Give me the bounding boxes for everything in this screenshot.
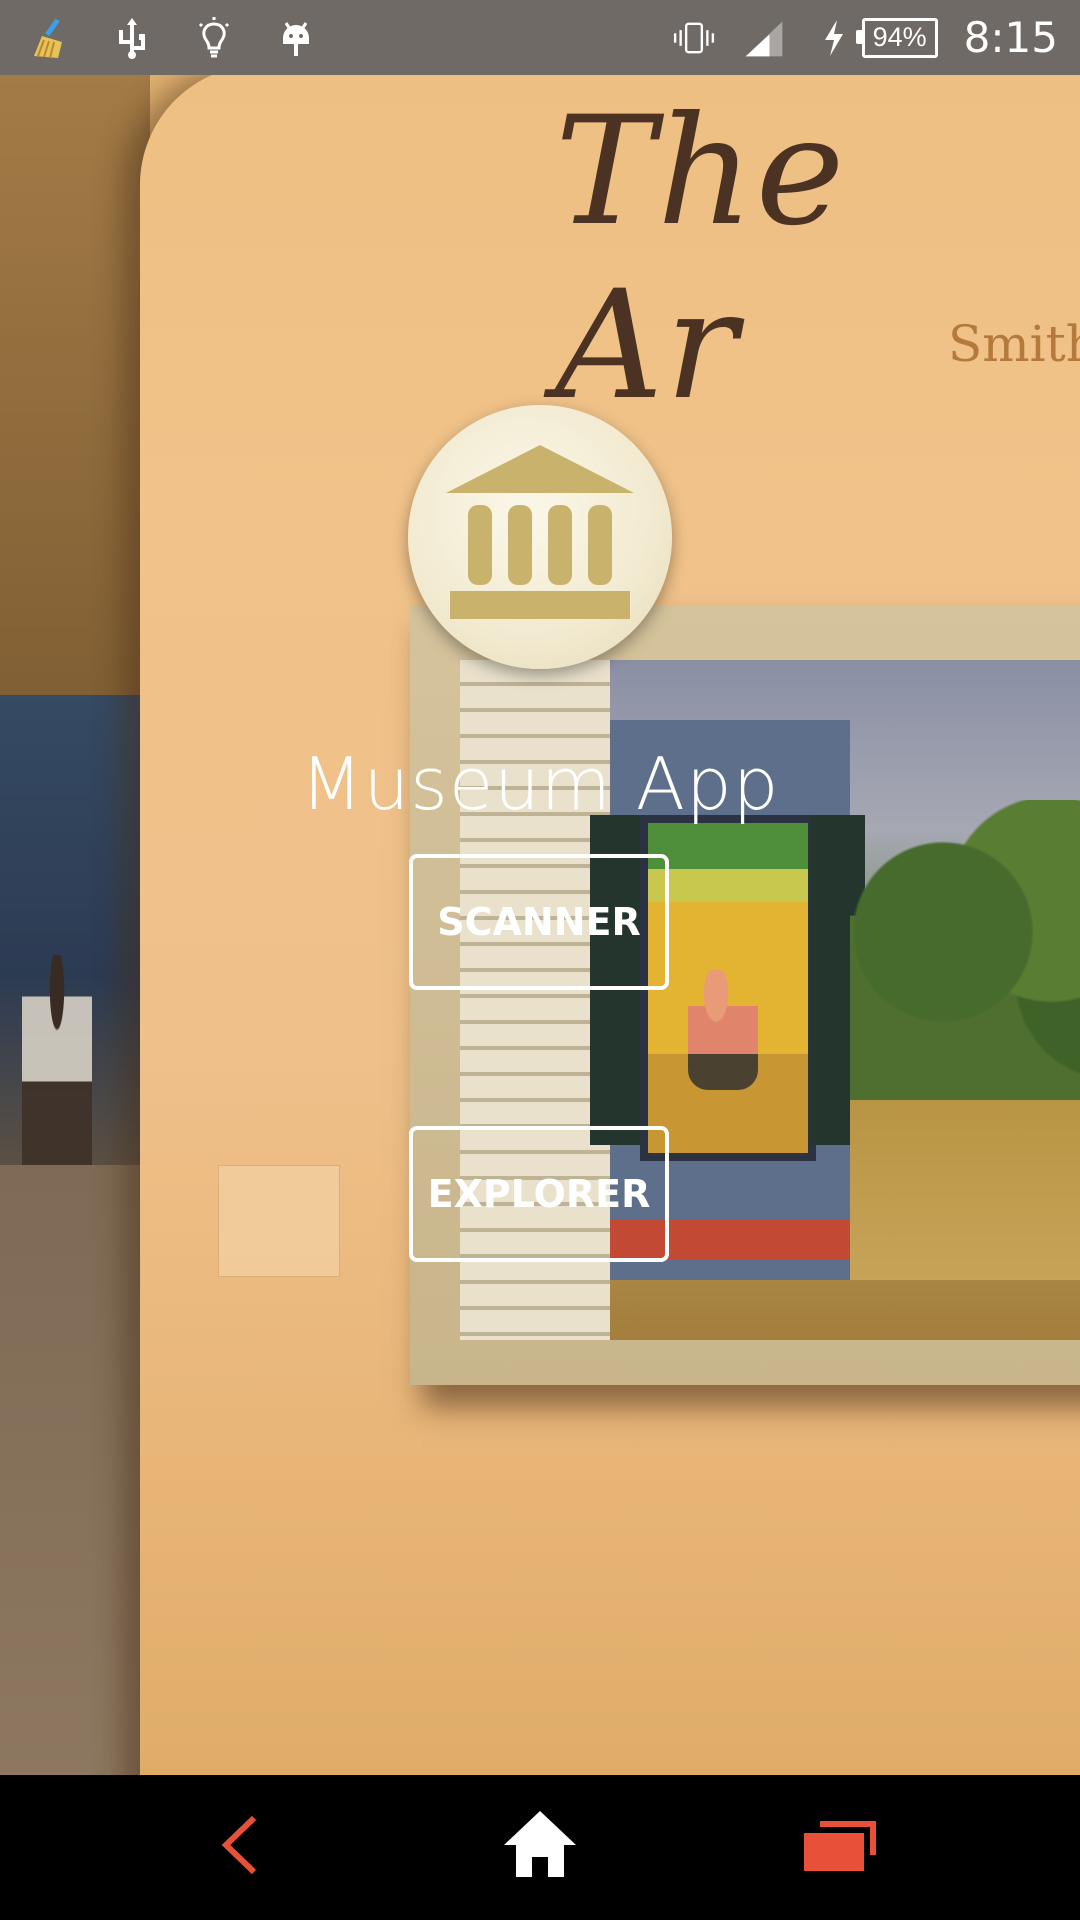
trees bbox=[850, 800, 1080, 1130]
museum-icon bbox=[408, 405, 672, 669]
grass-field bbox=[850, 1100, 1080, 1280]
status-bar: 94% 8:15 bbox=[0, 0, 1080, 75]
gallery-floor bbox=[0, 1165, 140, 1775]
painted-figure bbox=[688, 970, 758, 1090]
scanner-button[interactable]: SCANNER bbox=[409, 854, 669, 990]
navigation-bar bbox=[0, 1775, 1080, 1920]
signal-icon bbox=[742, 16, 786, 60]
recent-apps-button[interactable] bbox=[780, 1775, 900, 1920]
broom-icon bbox=[28, 16, 72, 60]
lightbulb-icon bbox=[192, 16, 236, 60]
wall-title: The Ar bbox=[555, 85, 847, 433]
clock: 8:15 bbox=[963, 13, 1058, 62]
wall-label-card bbox=[218, 1165, 340, 1277]
charging-bolt-icon bbox=[812, 16, 856, 60]
home-button[interactable] bbox=[480, 1775, 600, 1920]
home-icon bbox=[500, 1805, 580, 1890]
battery-indicator: 94% bbox=[812, 16, 938, 60]
painting-frame bbox=[410, 605, 1080, 1385]
usb-icon bbox=[110, 16, 154, 60]
vibrate-icon bbox=[672, 16, 716, 60]
explorer-button[interactable]: EXPLORER bbox=[409, 1126, 669, 1262]
recent-apps-icon bbox=[800, 1815, 880, 1880]
app-title: Museum App bbox=[300, 742, 780, 826]
wall-subtitle: Smith bbox=[948, 315, 1080, 373]
battery-percent: 94% bbox=[855, 17, 938, 58]
back-icon bbox=[210, 1810, 270, 1885]
android-icon bbox=[274, 16, 318, 60]
back-button[interactable] bbox=[180, 1775, 300, 1920]
visitor-figure bbox=[22, 955, 92, 1185]
